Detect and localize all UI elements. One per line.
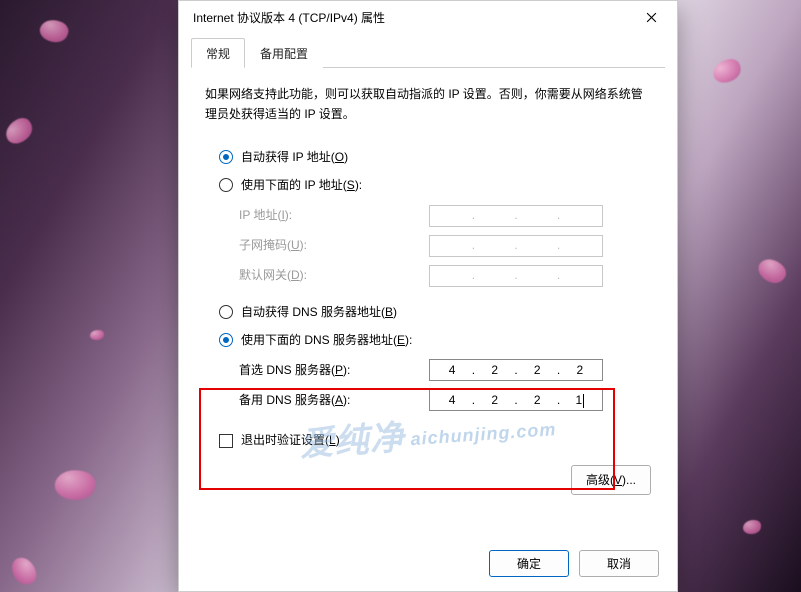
advanced-button[interactable]: 高级(V)... <box>571 465 651 495</box>
close-button[interactable] <box>631 3 671 31</box>
ok-button[interactable]: 确定 <box>489 550 569 577</box>
preferred-dns-input[interactable]: 4. 2. 2. 2 <box>429 359 603 381</box>
radio-icon <box>219 150 233 164</box>
radio-label: 使用下面的 DNS 服务器地址(E): <box>241 330 412 350</box>
checkbox-icon <box>219 434 233 448</box>
dialog-title: Internet 协议版本 4 (TCP/IPv4) 属性 <box>193 9 631 26</box>
alternate-dns-input[interactable]: 4. 2. 2. 1 <box>429 389 603 411</box>
intro-text: 如果网络支持此功能，则可以获取自动指派的 IP 设置。否则，你需要从网络系统管理… <box>205 84 651 125</box>
checkbox-label: 退出时验证设置(L) <box>241 430 340 450</box>
ipv4-properties-dialog: Internet 协议版本 4 (TCP/IPv4) 属性 常规 备用配置 爱纯… <box>178 0 678 592</box>
text-caret <box>583 394 584 408</box>
tab-content: 爱纯净aichunjing.com 如果网络支持此功能，则可以获取自动指派的 I… <box>179 68 677 539</box>
alternate-dns-label: 备用 DNS 服务器(A): <box>239 390 429 410</box>
ip-fields: IP 地址(I): ... 子网掩码(U): ... 默认网关(D): ... <box>239 204 651 288</box>
subnet-mask-label: 子网掩码(U): <box>239 235 429 255</box>
close-icon <box>646 12 657 23</box>
title-bar: Internet 协议版本 4 (TCP/IPv4) 属性 <box>179 1 677 33</box>
tab-general[interactable]: 常规 <box>191 38 245 68</box>
cancel-button[interactable]: 取消 <box>579 550 659 577</box>
radio-label: 自动获得 IP 地址(O) <box>241 147 348 167</box>
gateway-input: ... <box>429 265 603 287</box>
dns-fields: 首选 DNS 服务器(P): 4. 2. 2. 2 备用 DNS 服务器(A):… <box>239 358 651 412</box>
radio-label: 使用下面的 IP 地址(S): <box>241 175 362 195</box>
radio-auto-ip[interactable]: 自动获得 IP 地址(O) <box>219 147 651 167</box>
radio-icon <box>219 178 233 192</box>
radio-icon <box>219 333 233 347</box>
gateway-label: 默认网关(D): <box>239 265 429 285</box>
preferred-dns-label: 首选 DNS 服务器(P): <box>239 360 429 380</box>
radio-manual-ip[interactable]: 使用下面的 IP 地址(S): <box>219 175 651 195</box>
radio-manual-dns[interactable]: 使用下面的 DNS 服务器地址(E): <box>219 330 651 350</box>
subnet-mask-input: ... <box>429 235 603 257</box>
validate-on-exit-checkbox[interactable]: 退出时验证设置(L) <box>219 430 651 450</box>
tab-alternate[interactable]: 备用配置 <box>245 38 323 68</box>
dialog-footer: 确定 取消 <box>179 539 677 591</box>
radio-icon <box>219 305 233 319</box>
radio-auto-dns[interactable]: 自动获得 DNS 服务器地址(B) <box>219 302 651 322</box>
ip-address-input: ... <box>429 205 603 227</box>
radio-label: 自动获得 DNS 服务器地址(B) <box>241 302 397 322</box>
tabs: 常规 备用配置 <box>191 37 665 68</box>
ip-address-label: IP 地址(I): <box>239 205 429 225</box>
